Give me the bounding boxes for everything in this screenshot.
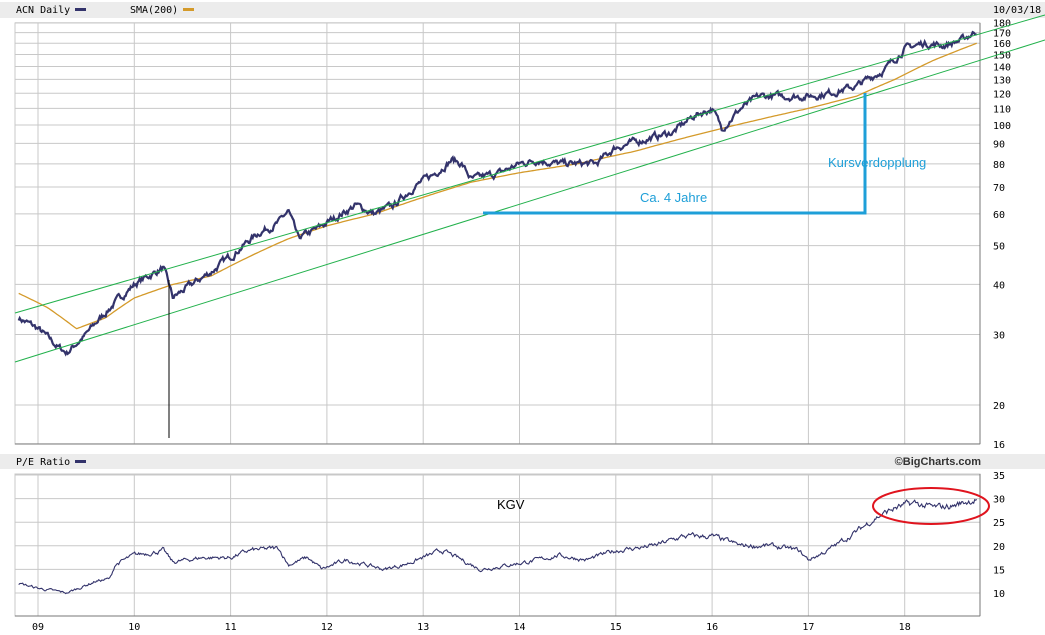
date-label: 10/03/18 <box>993 5 1041 16</box>
highlight-ellipse <box>872 487 990 525</box>
annotation-4-jahre: Ca. 4 Jahre <box>640 190 707 205</box>
year-tick-label: 12 <box>321 622 333 633</box>
acn-price-line <box>17 30 977 357</box>
price-tick-label: 130 <box>993 75 1011 86</box>
pe-tick-label: 35 <box>993 471 1005 482</box>
pe-tick-label: 15 <box>993 565 1005 576</box>
pe-tick-label: 20 <box>993 542 1005 553</box>
price-tick-label: 100 <box>993 121 1011 132</box>
price-tick-label: 50 <box>993 242 1005 253</box>
pe-legend-label: P/E Ratio <box>16 457 70 468</box>
pe-header-band <box>0 454 1045 469</box>
pe-tick-label: 25 <box>993 518 1005 529</box>
price-tick-label: 120 <box>993 89 1011 100</box>
price-plot-frame <box>14 22 981 445</box>
year-tick-label: 16 <box>706 622 718 633</box>
year-tick-label: 09 <box>32 622 44 633</box>
price-tick-label: 60 <box>993 210 1005 221</box>
annotation-kgv: KGV <box>497 497 525 512</box>
year-tick-label: 13 <box>417 622 429 633</box>
price-tick-label: 160 <box>993 39 1011 50</box>
price-tick-label: 90 <box>993 139 1005 150</box>
legend-acn-swatch <box>75 8 86 11</box>
pe-tick-label: 30 <box>993 495 1005 506</box>
year-tick-label: 11 <box>225 622 237 633</box>
pe-tick-label: 10 <box>993 589 1005 600</box>
price-tick-label: 150 <box>993 50 1011 61</box>
year-tick-label: 15 <box>610 622 622 633</box>
price-tick-label: 110 <box>993 104 1011 115</box>
price-tick-label: 140 <box>993 62 1011 73</box>
price-tick-label: 16 <box>993 440 1005 451</box>
stock-chart: ACN Daily SMA(200) 10/03/18 P/E Ratio ©B… <box>0 2 1045 633</box>
year-tick-label: 18 <box>899 622 911 633</box>
price-tick-label: 40 <box>993 280 1005 291</box>
year-tick-label: 10 <box>128 622 140 633</box>
legend-sma-label: SMA(200) <box>130 5 178 16</box>
legend-acn-label: ACN Daily <box>16 5 70 16</box>
price-tick-label: 170 <box>993 29 1011 40</box>
price-tick-label: 80 <box>993 160 1005 171</box>
pe-legend-swatch <box>75 460 86 463</box>
price-tick-label: 20 <box>993 401 1005 412</box>
legend-sma-swatch <box>183 8 194 11</box>
price-tick-label: 30 <box>993 330 1005 341</box>
sma-200-line <box>18 42 977 330</box>
bigcharts-credit: ©BigCharts.com <box>895 456 982 468</box>
pe-ratio-line <box>18 498 978 595</box>
price-tick-label: 70 <box>993 183 1005 194</box>
year-tick-label: 17 <box>802 622 814 633</box>
annotation-kursverdopplung: Kursverdopplung <box>828 155 926 170</box>
year-tick-label: 14 <box>513 622 525 633</box>
